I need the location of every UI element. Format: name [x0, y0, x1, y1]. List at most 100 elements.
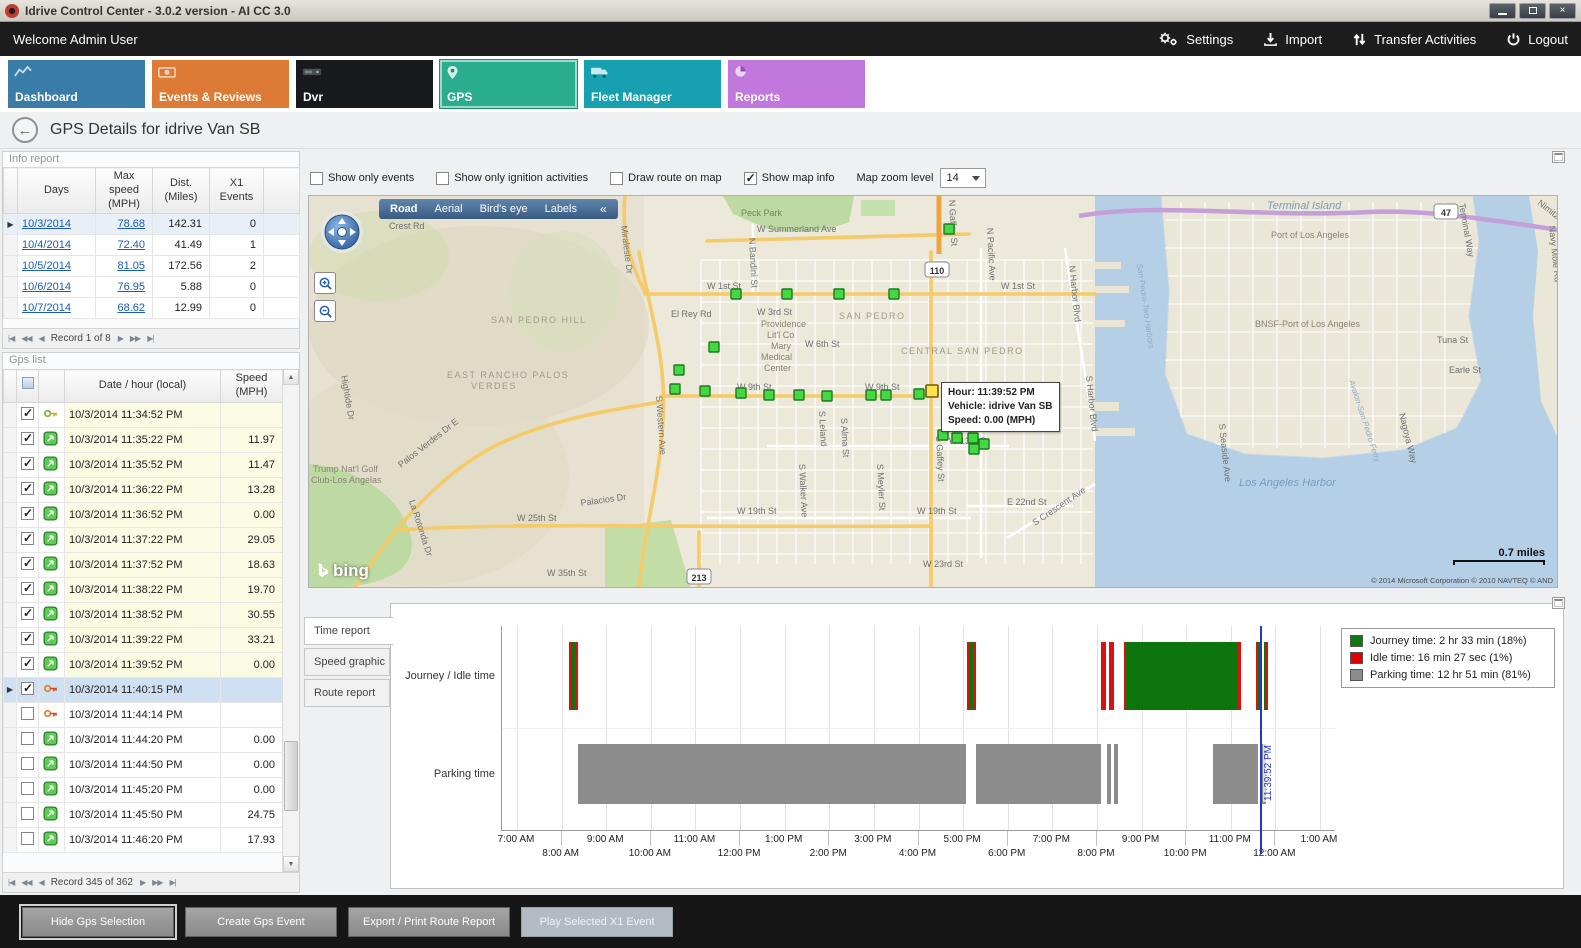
gps-list-row[interactable]: 10/3/2014 11:34:52 PM	[4, 402, 283, 427]
minimize-button[interactable]	[1489, 3, 1516, 19]
close-button[interactable]: ×	[1549, 3, 1576, 19]
gps-list-row[interactable]: 10/3/2014 11:46:20 PM17.93	[4, 827, 283, 852]
pager-next-page-button[interactable]: ▶▶	[130, 334, 140, 343]
gps-list-row[interactable]: 10/3/2014 11:39:52 PM0.00	[4, 652, 283, 677]
map-style-birdseye-button[interactable]: Bird's eye	[480, 203, 528, 215]
day-link[interactable]: 10/6/2014	[22, 281, 71, 293]
map-nav-collapse-button[interactable]: «	[600, 202, 607, 216]
checkbox-icon[interactable]	[610, 172, 623, 185]
gps-marker[interactable]	[834, 289, 844, 299]
gps-list-row[interactable]: 10/3/2014 11:38:52 PM30.55	[4, 602, 283, 627]
map-canvas[interactable]: Crest RdPeck ParkW Summerland AveMirales…	[309, 196, 1558, 588]
pager-first-button[interactable]: |◀	[8, 334, 14, 343]
nav-tab-dvr[interactable]: Dvr	[296, 60, 433, 108]
pager-prev-button[interactable]: ◀	[39, 334, 44, 343]
transfer-activities-button[interactable]: Transfer Activities	[1352, 32, 1476, 47]
gps-row-checkbox[interactable]	[21, 682, 34, 695]
gps-row-checkbox[interactable]	[21, 407, 34, 420]
gps-list-row[interactable]: 10/3/2014 11:44:50 PM0.00	[4, 752, 283, 777]
map-style-labels-button[interactable]: Labels	[545, 203, 577, 215]
gps-list-row[interactable]: 10/3/2014 11:36:52 PM0.00	[4, 502, 283, 527]
gps-list-row[interactable]: 10/3/2014 11:39:22 PM33.21	[4, 627, 283, 652]
info-report-row[interactable]: ▶10/3/201478.68142.310	[4, 214, 300, 235]
map-style-road-button[interactable]: Road	[390, 203, 418, 215]
pager-prev-button[interactable]: ◀	[39, 878, 44, 887]
tab-time-report[interactable]: Time report	[304, 617, 394, 645]
column-header-days[interactable]: Days	[18, 168, 96, 214]
map-maximize-button[interactable]	[1552, 151, 1565, 163]
map-option-show-map-info[interactable]: Show map info	[744, 172, 835, 185]
gps-list-row[interactable]: 10/3/2014 11:37:22 PM29.05	[4, 527, 283, 552]
gps-list-row[interactable]: 10/3/2014 11:44:14 PM	[4, 702, 283, 727]
map-option-show-only-ignition-activities[interactable]: Show only ignition activities	[436, 172, 588, 185]
map-option-draw-route-on-map[interactable]: Draw route on map	[610, 172, 722, 185]
map-compass-control[interactable]	[319, 209, 365, 255]
gps-marker[interactable]	[944, 224, 954, 234]
chart-maximize-button[interactable]	[1552, 597, 1565, 609]
maximize-button[interactable]	[1519, 3, 1546, 19]
nav-tab-reports[interactable]: Reports	[728, 60, 865, 108]
gps-row-checkbox[interactable]	[21, 757, 34, 770]
info-report-row[interactable]: 10/7/201468.6212.990	[4, 298, 300, 319]
gps-row-checkbox[interactable]	[21, 607, 34, 620]
pager-prev-page-button[interactable]: ◀◀	[21, 334, 31, 343]
gps-marker[interactable]	[670, 384, 680, 394]
gps-row-checkbox[interactable]	[21, 657, 34, 670]
gps-marker[interactable]	[914, 389, 924, 399]
gps-marker[interactable]	[969, 444, 979, 454]
map-style-aerial-button[interactable]: Aerial	[435, 203, 463, 215]
max-speed-link[interactable]: 72.40	[117, 239, 145, 251]
day-link[interactable]: 10/5/2014	[22, 260, 71, 272]
day-link[interactable]: 10/3/2014	[22, 218, 71, 230]
checkbox-icon[interactable]	[436, 172, 449, 185]
pager-last-button[interactable]: ▶|	[169, 878, 175, 887]
day-link[interactable]: 10/4/2014	[22, 239, 71, 251]
gps-list-row[interactable]: 10/3/2014 11:38:22 PM19.70	[4, 577, 283, 602]
gps-list-row[interactable]: 10/3/2014 11:37:52 PM18.63	[4, 552, 283, 577]
gps-list-scrollbar[interactable]: ▲ ▼	[282, 369, 299, 872]
max-speed-link[interactable]: 78.68	[117, 218, 145, 230]
scroll-up-icon[interactable]: ▲	[283, 369, 299, 385]
gps-row-checkbox[interactable]	[21, 532, 34, 545]
info-report-row[interactable]: 10/5/201481.05172.562	[4, 256, 300, 277]
gps-marker[interactable]	[979, 439, 989, 449]
gps-row-checkbox[interactable]	[21, 557, 34, 570]
pager-first-button[interactable]: |◀	[8, 878, 14, 887]
max-speed-link[interactable]: 81.05	[117, 260, 145, 272]
nav-tab-gps[interactable]: GPS	[440, 60, 577, 108]
tab-route-report[interactable]: Route report	[304, 679, 390, 707]
gps-row-checkbox[interactable]	[21, 807, 34, 820]
column-header-x1-events[interactable]: X1 Events	[210, 168, 264, 214]
gps-list-row[interactable]: 10/3/2014 11:45:50 PM24.75	[4, 802, 283, 827]
gps-marker[interactable]	[709, 342, 719, 352]
gps-row-checkbox[interactable]	[21, 432, 34, 445]
create-gps-event-button[interactable]: Create Gps Event	[185, 907, 337, 937]
scrollbar-thumb[interactable]	[284, 741, 298, 811]
settings-button[interactable]: Settings	[1157, 31, 1233, 47]
gps-list-row[interactable]: 10/3/2014 11:36:22 PM13.28	[4, 477, 283, 502]
pager-next-button[interactable]: ▶	[118, 334, 123, 343]
back-button[interactable]: ←	[12, 117, 38, 143]
gps-row-checkbox[interactable]	[21, 707, 34, 720]
gps-marker[interactable]	[952, 433, 962, 443]
gps-marker[interactable]	[731, 289, 741, 299]
column-header-speed[interactable]: Speed (MPH)	[221, 370, 283, 403]
tab-speed-graphic[interactable]: Speed graphic	[304, 648, 390, 676]
gps-row-checkbox[interactable]	[21, 832, 34, 845]
column-header-max-speed[interactable]: Max speed (MPH)	[96, 168, 153, 214]
gps-row-checkbox[interactable]	[21, 482, 34, 495]
gps-marker[interactable]	[968, 433, 978, 443]
gps-row-checkbox[interactable]	[21, 457, 34, 470]
column-header-dist[interactable]: Dist. (Miles)	[153, 168, 210, 214]
gps-row-checkbox[interactable]	[21, 632, 34, 645]
gps-marker[interactable]	[782, 289, 792, 299]
nav-tab-dashboard[interactable]: Dashboard	[8, 60, 145, 108]
selected-gps-marker[interactable]	[926, 385, 938, 397]
gps-marker[interactable]	[764, 390, 774, 400]
hide-gps-selection-button[interactable]: Hide Gps Selection	[22, 907, 174, 937]
column-header-datetime[interactable]: Date / hour (local)	[65, 370, 221, 403]
gps-marker[interactable]	[674, 365, 684, 375]
gps-marker[interactable]	[822, 391, 832, 401]
gps-marker[interactable]	[736, 388, 746, 398]
map-zoom-out-button[interactable]	[314, 300, 336, 322]
